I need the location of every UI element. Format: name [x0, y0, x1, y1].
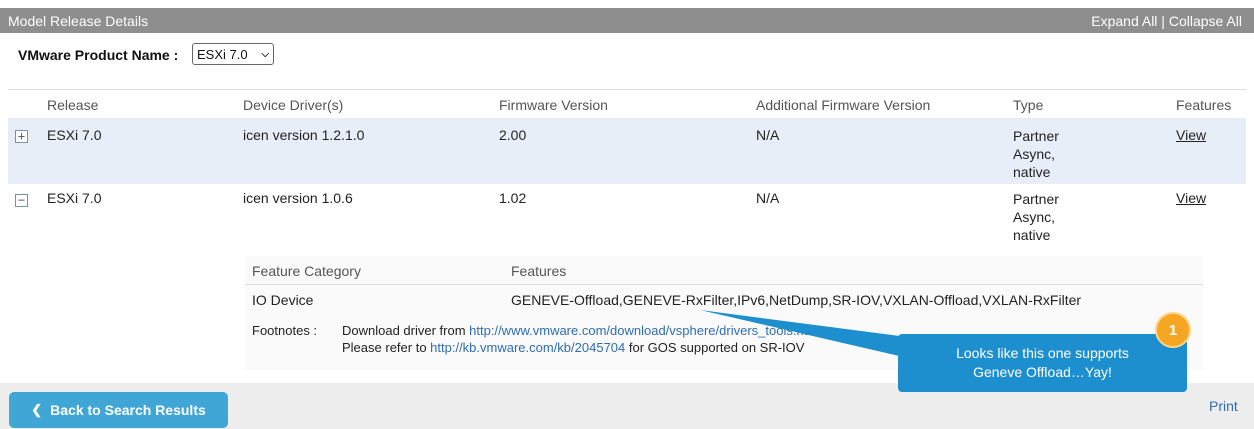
feature-list: GENEVE-Offload,GENEVE-RxFilter,IPv6,NetD… — [511, 292, 1082, 308]
callout-line: Geneve Offload…Yay! — [973, 364, 1112, 380]
table-top-divider — [8, 89, 1246, 90]
product-label: VMware Product Name : — [18, 47, 179, 63]
view-features-link[interactable]: View — [1176, 127, 1206, 143]
row-type-line: native — [1013, 164, 1051, 180]
column-header-features: Features — [1176, 97, 1232, 113]
kb-article-link[interactable]: http://kb.vmware.com/kb/2045704 — [430, 340, 625, 355]
footnote-download: Download driver from http://www.vmware.c… — [342, 323, 821, 338]
row-type-line: Partner — [1013, 191, 1059, 207]
row-type: Partner Async, native — [1013, 127, 1059, 181]
callout-number-badge: 1 — [1155, 312, 1191, 348]
column-header-release: Release — [47, 97, 99, 113]
row-type-line: Partner — [1013, 128, 1059, 144]
table-row — [8, 118, 1246, 184]
annotation-callout: Looks like this one supports Geneve Offl… — [898, 334, 1187, 392]
row-type: Partner Async, native — [1013, 190, 1059, 244]
column-header-additional-firmware: Additional Firmware Version — [756, 97, 931, 113]
row-additional-firmware: N/A — [756, 190, 780, 206]
features-header: Features — [511, 263, 567, 279]
row-release: ESXi 7.0 — [47, 190, 102, 206]
feature-category-header: Feature Category — [252, 263, 361, 279]
row-driver: icen version 1.2.1.0 — [243, 127, 365, 143]
column-header-type: Type — [1013, 97, 1044, 113]
product-select-value: ESXi 7.0 — [197, 46, 248, 62]
collapse-all-link[interactable]: Collapse All — [1169, 13, 1242, 29]
back-to-search-results-button[interactable]: ❮ Back to Search Results — [9, 392, 228, 428]
feature-header-divider — [245, 284, 1203, 285]
row-additional-firmware: N/A — [756, 127, 780, 143]
callout-line: Looks like this one supports — [956, 345, 1129, 361]
row-firmware: 2.00 — [499, 127, 527, 143]
expand-all-link[interactable]: Expand All — [1091, 13, 1157, 29]
chevron-down-icon: ⌵ — [261, 48, 269, 60]
chevron-left-icon: ❮ — [31, 402, 43, 417]
header-title: Model Release Details — [8, 13, 149, 29]
product-select[interactable]: ESXi 7.0 ⌵ — [192, 43, 274, 65]
footnotes-label: Footnotes : — [252, 323, 318, 338]
collapse-row-icon[interactable]: − — [15, 194, 28, 207]
row-type-line: native — [1013, 227, 1051, 243]
footnote-gos-prefix: Please refer to — [342, 340, 431, 355]
print-link[interactable]: Print — [1209, 398, 1238, 414]
view-features-link[interactable]: View — [1176, 190, 1206, 206]
header-links: Expand All | Collapse All — [1091, 13, 1242, 29]
footnote-download-text: Download driver from — [342, 323, 470, 338]
row-release: ESXi 7.0 — [47, 127, 102, 143]
header-link-separator: | — [1157, 13, 1169, 29]
details-header: Model Release Details Expand All | Colla… — [0, 8, 1254, 33]
column-header-firmware: Firmware Version — [499, 97, 608, 113]
row-firmware: 1.02 — [499, 190, 527, 206]
row-type-line: Async, — [1013, 209, 1056, 225]
driver-download-link[interactable]: http://www.vmware.com/download/vsphere/d… — [469, 323, 821, 338]
row-driver: icen version 1.0.6 — [243, 190, 353, 206]
expand-row-icon[interactable]: + — [15, 130, 28, 143]
back-button-label: Back to Search Results — [50, 402, 206, 418]
footnote-gos: Please refer to http://kb.vmware.com/kb/… — [342, 340, 804, 355]
footnote-gos-suffix: for GOS supported on SR-IOV — [625, 340, 805, 355]
product-selector-row: VMware Product Name : ESXi 7.0 ⌵ — [18, 43, 274, 65]
column-header-drivers: Device Driver(s) — [243, 97, 344, 113]
feature-category: IO Device — [252, 292, 314, 308]
row-type-line: Async, — [1013, 146, 1056, 162]
